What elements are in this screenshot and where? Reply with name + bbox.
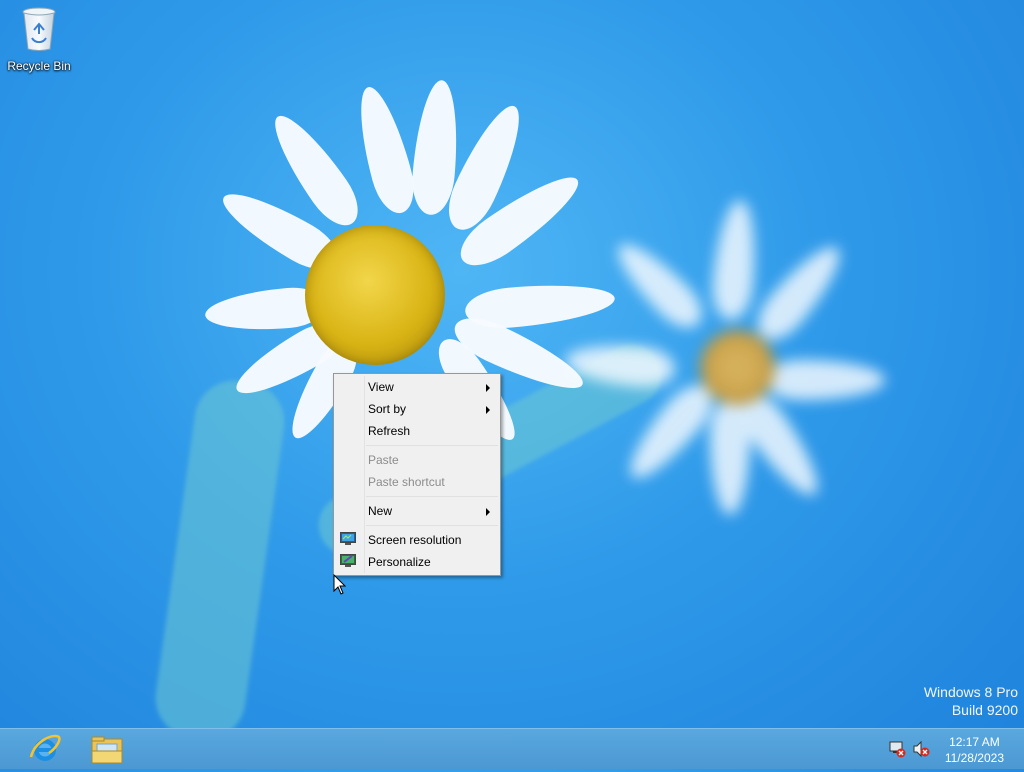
network-error-icon[interactable] <box>888 740 906 758</box>
menu-item-new[interactable]: New <box>334 500 500 522</box>
taskbar-file-explorer[interactable] <box>78 731 136 767</box>
watermark-edition: Windows 8 Pro <box>923 684 1018 700</box>
menu-item-label: Personalize <box>368 555 431 569</box>
menu-item-sort-by[interactable]: Sort by <box>334 398 500 420</box>
flower-stem <box>150 375 290 745</box>
internet-explorer-icon <box>29 734 61 761</box>
clock-time: 12:17 AM <box>949 735 1000 749</box>
file-explorer-icon <box>91 736 123 764</box>
menu-item-paste-shortcut[interactable]: Paste shortcut <box>334 471 500 493</box>
menu-item-view[interactable]: View <box>334 376 500 398</box>
recycle-bin-label: Recycle Bin <box>7 59 71 73</box>
taskbar-clock[interactable]: 12:17 AM 11/28/2023 <box>945 734 1004 766</box>
recycle-bin[interactable]: Recycle Bin <box>4 6 74 73</box>
menu-item-label: Paste <box>368 453 399 467</box>
taskbar-internet-explorer[interactable] <box>16 731 74 767</box>
menu-item-screen-resolution[interactable]: Screen resolution <box>334 529 500 551</box>
screen-resolution-icon <box>340 532 356 545</box>
menu-item-label: Sort by <box>368 402 407 416</box>
desktop-context-menu: View Sort by Refresh Paste Paste shortcu… <box>333 373 501 576</box>
mouse-cursor-icon <box>333 574 347 595</box>
volume-muted-icon[interactable] <box>912 740 930 758</box>
recycle-bin-icon <box>22 7 56 51</box>
clock-date: 11/28/2023 <box>944 751 1004 765</box>
menu-item-refresh[interactable]: Refresh <box>334 420 500 442</box>
menu-item-label: View <box>368 380 394 394</box>
menu-separator <box>366 496 498 497</box>
submenu-arrow-icon <box>486 384 490 392</box>
menu-item-label: New <box>368 504 393 518</box>
menu-separator <box>366 525 498 526</box>
windows-build-watermark: Windows 8 Pro Build 9200 <box>924 683 1018 719</box>
submenu-arrow-icon <box>486 406 490 414</box>
menu-item-personalize[interactable]: Personalize <box>334 551 500 573</box>
menu-separator <box>366 445 498 446</box>
menu-item-paste[interactable]: Paste <box>334 449 500 471</box>
menu-item-label: Paste shortcut <box>368 475 445 489</box>
submenu-arrow-icon <box>486 508 490 516</box>
personalize-icon <box>340 554 356 567</box>
system-tray <box>888 729 934 769</box>
menu-item-label: Screen resolution <box>368 533 462 547</box>
menu-item-label: Refresh <box>368 424 411 438</box>
watermark-build: Build 9200 <box>951 702 1018 718</box>
taskbar: 12:17 AM 11/28/2023 <box>0 728 1024 769</box>
